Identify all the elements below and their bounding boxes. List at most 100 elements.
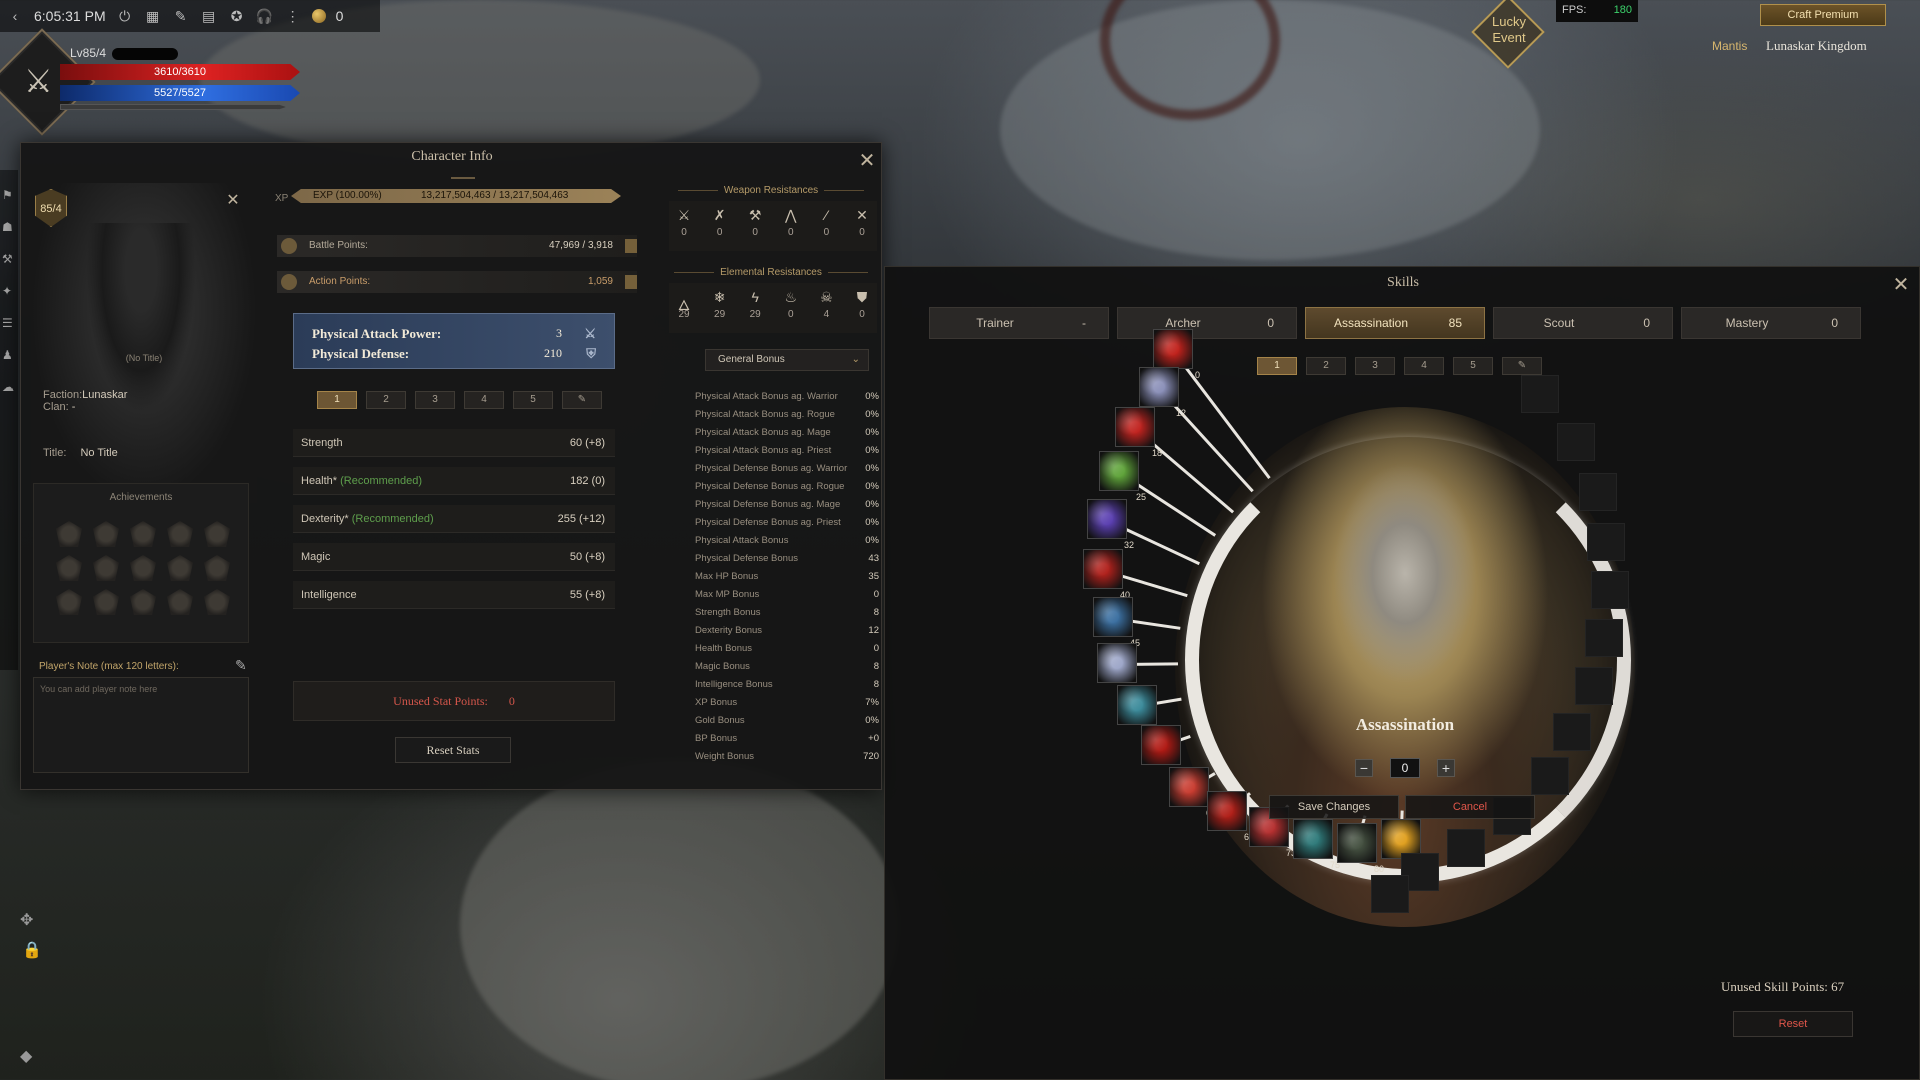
achievement-slot[interactable]	[130, 521, 156, 547]
skill-page-2[interactable]: 2	[1306, 357, 1346, 375]
tab-assassination[interactable]: Assassination 85	[1305, 307, 1485, 339]
compass-icon[interactable]: ◆	[20, 1046, 32, 1066]
edit-preset-icon[interactable]: ✎	[1502, 357, 1542, 375]
bonus-name: Magic Bonus	[695, 661, 750, 672]
dock-icon[interactable]: ⚑	[2, 188, 16, 202]
achievement-slot[interactable]	[167, 555, 193, 581]
dock-icon[interactable]: ☗	[2, 220, 16, 234]
calendar-icon[interactable]: ▦	[144, 7, 162, 25]
stat-page-3[interactable]: 3	[415, 391, 455, 409]
skill-node[interactable]: 18	[1115, 407, 1162, 458]
achievement-slot[interactable]	[167, 521, 193, 547]
skill-node[interactable]: 0	[1153, 329, 1200, 380]
empty-skill-slot[interactable]	[1557, 423, 1595, 461]
empty-skill-slot[interactable]	[1371, 875, 1409, 913]
player-note-input[interactable]: You can add player note here	[33, 677, 249, 773]
skill-node[interactable]: 56	[1117, 685, 1164, 736]
empty-skill-slot[interactable]	[1575, 667, 1613, 705]
achievement-slot[interactable]	[56, 521, 82, 547]
achievement-slot[interactable]	[93, 555, 119, 581]
empty-skill-slot[interactable]	[1585, 619, 1623, 657]
achievement-slot[interactable]	[167, 589, 193, 615]
achievement-slot[interactable]	[93, 589, 119, 615]
res-magic: ⛊ 0	[847, 289, 877, 320]
scroll-icon[interactable]	[625, 275, 637, 289]
skill-node[interactable]: 75	[1293, 819, 1340, 870]
move-icon[interactable]: ✥	[20, 910, 33, 930]
headset-icon[interactable]: 🎧	[256, 7, 274, 25]
cancel-button[interactable]: Cancel	[1405, 795, 1535, 819]
dock-icon[interactable]: ✦	[2, 284, 16, 298]
skill-node[interactable]: 60	[1141, 725, 1188, 776]
close-icon[interactable]: ✕	[1891, 275, 1911, 295]
empty-skill-slot[interactable]	[1553, 713, 1591, 751]
dock-icon[interactable]: ♟	[2, 348, 16, 362]
skill-page-1[interactable]: 1	[1257, 357, 1297, 375]
dock-icon[interactable]: ⚒	[2, 252, 16, 266]
plus-icon[interactable]: +	[1437, 759, 1455, 777]
reset-stats-button[interactable]: Reset Stats	[395, 737, 511, 763]
save-changes-button[interactable]: Save Changes	[1269, 795, 1399, 819]
achievement-slot[interactable]	[130, 589, 156, 615]
craft-premium-button[interactable]: Craft Premium	[1760, 4, 1886, 26]
achievement-slot[interactable]	[204, 555, 230, 581]
edit-preset-icon[interactable]: ✎	[562, 391, 602, 409]
skill-page-5[interactable]: 5	[1453, 357, 1493, 375]
skill-node[interactable]: 68	[1207, 791, 1254, 842]
achievement-slot[interactable]	[204, 521, 230, 547]
skill-node[interactable]: 32	[1087, 499, 1134, 550]
achievement-slot[interactable]	[130, 555, 156, 581]
tab-mastery[interactable]: Mastery 0	[1681, 307, 1861, 339]
skill-point-value[interactable]: 0	[1390, 758, 1420, 778]
skill-node[interactable]: 12	[1139, 367, 1186, 418]
attribute-intelligence[interactable]: Intelligence 55 (+8)	[293, 581, 615, 609]
stat-page-1[interactable]: 1	[317, 391, 357, 409]
power-icon[interactable]: ⏻	[116, 7, 134, 25]
unequip-icon[interactable]: ✕	[223, 191, 243, 211]
skill-node[interactable]: 45	[1093, 597, 1140, 648]
skill-node[interactable]: 64	[1169, 767, 1216, 818]
empty-skill-slot[interactable]	[1591, 571, 1629, 609]
skill-page-4[interactable]: 4	[1404, 357, 1444, 375]
more-icon[interactable]: ⋮	[284, 7, 302, 25]
reset-skills-button[interactable]: Reset	[1733, 1011, 1853, 1037]
back-icon[interactable]: ‹	[6, 7, 24, 25]
attribute-strength[interactable]: Strength 60 (+8)	[293, 429, 615, 457]
stat-page-4[interactable]: 4	[464, 391, 504, 409]
achievement-slot[interactable]	[56, 555, 82, 581]
achievement-slot[interactable]	[93, 521, 119, 547]
skill-node[interactable]: 56	[1097, 643, 1144, 694]
attribute-magic[interactable]: Magic 50 (+8)	[293, 543, 615, 571]
lock-icon[interactable]: 🔒	[22, 940, 42, 960]
skill-node[interactable]: 80	[1337, 823, 1384, 874]
empty-skill-slot[interactable]	[1579, 473, 1617, 511]
stat-page-2[interactable]: 2	[366, 391, 406, 409]
dock-icon[interactable]: ☁	[2, 380, 16, 394]
tab-scout[interactable]: Scout 0	[1493, 307, 1673, 339]
empty-skill-slot[interactable]	[1447, 829, 1485, 867]
skill-node[interactable]: 25	[1099, 451, 1146, 502]
dock-icon[interactable]: ☰	[2, 316, 16, 330]
title-row[interactable]: Title: No Title	[43, 447, 118, 459]
quill-icon[interactable]: ✎	[172, 7, 190, 25]
skill-page-3[interactable]: 3	[1355, 357, 1395, 375]
edit-note-icon[interactable]: ✎	[235, 657, 247, 674]
guild-icon[interactable]: ✪	[228, 7, 246, 25]
tab-trainer[interactable]: Trainer -	[929, 307, 1109, 339]
bonus-type-value: General Bonus	[718, 354, 785, 365]
empty-skill-slot[interactable]	[1531, 757, 1569, 795]
empty-skill-slot[interactable]	[1587, 523, 1625, 561]
empty-skill-slot[interactable]	[1521, 375, 1559, 413]
bonus-type-select[interactable]: General Bonus ⌄	[705, 349, 869, 371]
grid-icon[interactable]: ▤	[200, 7, 218, 25]
minus-icon[interactable]: −	[1355, 759, 1373, 777]
tab-archer[interactable]: Archer 0	[1117, 307, 1297, 339]
achievement-slot[interactable]	[204, 589, 230, 615]
attribute-health[interactable]: Health* (Recommended) 182 (0)	[293, 467, 615, 495]
bonus-row: Physical Attack Bonus ag. Mage 0%	[695, 427, 879, 445]
stat-page-5[interactable]: 5	[513, 391, 553, 409]
skill-node[interactable]: 40	[1083, 549, 1130, 600]
attribute-dexterity[interactable]: Dexterity* (Recommended) 255 (+12)	[293, 505, 615, 533]
scroll-icon[interactable]	[625, 239, 637, 253]
achievement-slot[interactable]	[56, 589, 82, 615]
